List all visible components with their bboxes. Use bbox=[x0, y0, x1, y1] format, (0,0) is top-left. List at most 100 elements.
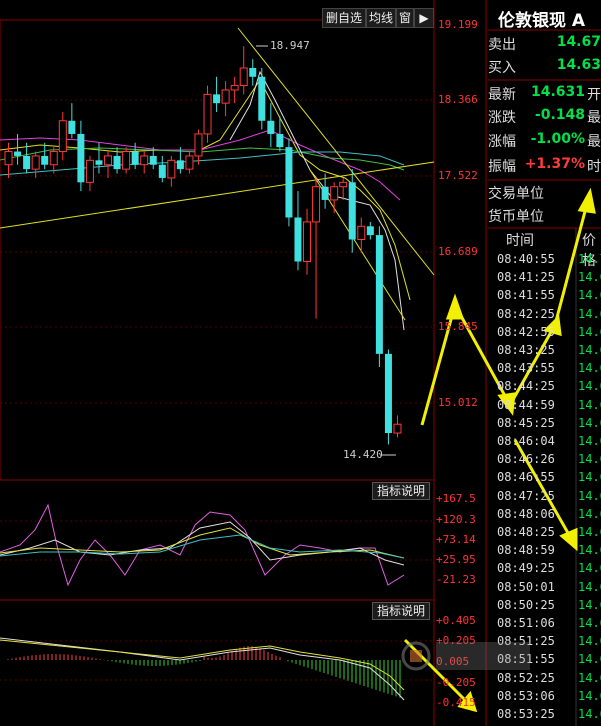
trade-price: 14.6 bbox=[578, 652, 601, 667]
candle-body bbox=[339, 181, 348, 188]
candle-body bbox=[104, 155, 113, 166]
candle-body bbox=[185, 155, 194, 170]
trade-time: 08:50:01 bbox=[497, 579, 555, 594]
indicator1-tick: +73.14 bbox=[436, 533, 476, 546]
buy-value: 14.63 bbox=[556, 57, 601, 73]
candle-body bbox=[393, 423, 402, 434]
candle-body bbox=[330, 186, 339, 201]
latest-suffix: 开 bbox=[587, 87, 601, 103]
trade-price: 14.6 bbox=[578, 616, 601, 630]
pct-value: -1.00% bbox=[530, 131, 585, 147]
low-price-label: 14.420 bbox=[343, 448, 383, 461]
candle-body bbox=[131, 151, 139, 165]
candle-body bbox=[213, 94, 221, 104]
latest-value: 14.631 bbox=[530, 84, 585, 100]
high-price-label: 18.947 bbox=[270, 39, 310, 52]
sell-value: 14.67 bbox=[556, 34, 601, 50]
trade-time: 08:43:25 bbox=[497, 343, 555, 357]
trade-time: 08:45:25 bbox=[497, 415, 555, 430]
trade-time: 08:48:06 bbox=[497, 506, 555, 521]
indicator1-tick: +120.3 bbox=[436, 513, 476, 526]
change-row: 涨跌 -0.148 最 bbox=[488, 107, 601, 129]
candle-body bbox=[203, 93, 212, 135]
candle-body bbox=[158, 164, 166, 178]
candlestick-series bbox=[4, 46, 402, 445]
candle-body bbox=[140, 155, 149, 166]
trade-price: 14.6 bbox=[578, 488, 601, 503]
trade-price: 14.6 bbox=[578, 361, 601, 376]
trade-unit-row: 交易单位 bbox=[488, 183, 601, 205]
trade-time: 08:48:59 bbox=[497, 543, 555, 558]
trade-time: 08:49:25 bbox=[497, 561, 555, 576]
trade-price: 14.6 bbox=[578, 470, 601, 485]
price-tick: 18.366 bbox=[438, 93, 478, 106]
trade-time: 08:44:59 bbox=[497, 397, 555, 412]
indicator1-help-button[interactable]: 指标说明 bbox=[372, 482, 430, 500]
trade-price: 14.6 bbox=[578, 543, 601, 558]
trade-price: 14.6 bbox=[578, 288, 601, 303]
pct-label: 涨幅 bbox=[488, 134, 516, 150]
buy-label: 买入 bbox=[488, 60, 516, 76]
trade-time: 08:47:25 bbox=[497, 488, 555, 503]
change-value: -0.148 bbox=[534, 107, 585, 123]
candle-body bbox=[375, 235, 383, 354]
candle-body bbox=[77, 133, 85, 183]
amp-row: 振幅 +1.37% 时 bbox=[488, 156, 601, 178]
indicator2-tick: +0.405 bbox=[436, 614, 476, 627]
candle-body bbox=[95, 160, 103, 165]
trade-list-header: 时间 价格 bbox=[488, 230, 601, 269]
candle-body bbox=[68, 120, 76, 134]
trade-price: 14.6 bbox=[578, 670, 601, 685]
price-tick: 19.199 bbox=[438, 18, 478, 31]
candle-body bbox=[384, 353, 392, 434]
trade-time: 08:43:55 bbox=[497, 361, 555, 376]
candle-body bbox=[303, 221, 312, 262]
window-button[interactable]: 窗 bbox=[396, 8, 414, 28]
candle-body bbox=[249, 67, 257, 77]
delete-watchlist-button[interactable]: 删自选 bbox=[322, 8, 366, 28]
trade-price: 14.6 bbox=[578, 434, 601, 448]
candle-body bbox=[348, 182, 356, 240]
indicator1-tick: +25.95 bbox=[436, 553, 476, 566]
watermark-logo bbox=[401, 641, 530, 671]
trade-price: 14.6 bbox=[578, 270, 601, 285]
candle-body bbox=[230, 85, 239, 91]
price-tick: 15.845 bbox=[438, 320, 478, 333]
trade-time: 08:41:25 bbox=[497, 270, 555, 285]
indicator2-help-button[interactable]: 指标说明 bbox=[372, 602, 430, 620]
candle-body bbox=[149, 155, 157, 165]
trade-time: 08:41:55 bbox=[497, 288, 555, 303]
trade-time: 08:50:25 bbox=[497, 597, 555, 612]
candle-body bbox=[176, 160, 184, 170]
pct-row: 涨幅 -1.00% 最 bbox=[488, 131, 601, 153]
candle-body bbox=[85, 159, 94, 183]
trendline-2 bbox=[0, 161, 435, 229]
indicator1-line-magenta bbox=[0, 503, 405, 587]
sell-row: 卖出 14.67 bbox=[488, 34, 601, 56]
latest-label: 最新 bbox=[488, 87, 516, 103]
candle-body bbox=[276, 133, 284, 148]
ma-button[interactable]: 均线 bbox=[366, 8, 396, 28]
currency-unit-label: 货币单位 bbox=[488, 209, 544, 225]
trade-price: 14.6 bbox=[578, 343, 601, 357]
sell-label: 卖出 bbox=[488, 37, 516, 53]
trade-time: 08:40:55 bbox=[497, 252, 555, 266]
candle-body bbox=[321, 186, 329, 200]
trade-time: 08:48:25 bbox=[497, 525, 555, 539]
candle-body bbox=[49, 151, 58, 166]
trade-price: 14.6 bbox=[578, 579, 601, 594]
trade-price: 14.6 bbox=[578, 688, 601, 703]
candle-body bbox=[357, 225, 366, 240]
candle-body bbox=[194, 133, 203, 157]
change-suffix: 最 bbox=[587, 110, 601, 126]
trade-time: 08:42:25 bbox=[497, 306, 555, 321]
candle-body bbox=[14, 151, 22, 156]
candle-body bbox=[4, 151, 13, 166]
candle-body bbox=[239, 67, 248, 87]
trendline-1 bbox=[237, 27, 435, 276]
trade-price: 14.7 bbox=[578, 252, 601, 266]
instrument-title: 伦敦银现 A bbox=[498, 11, 586, 31]
currency-unit-row: 货币单位 bbox=[488, 206, 601, 228]
play-icon[interactable]: ▶ bbox=[414, 8, 434, 28]
trade-price: 14.6 bbox=[578, 379, 601, 394]
